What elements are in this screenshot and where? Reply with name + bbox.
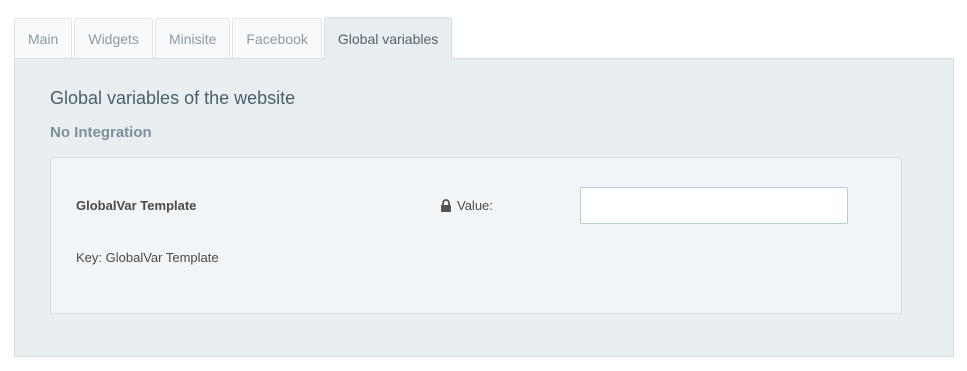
value-label-group: Value: <box>440 198 493 213</box>
tab-bar: Main Widgets Minisite Facebook Global va… <box>14 17 454 60</box>
variable-name: GlobalVar Template <box>76 198 197 213</box>
tab-widgets[interactable]: Widgets <box>74 18 153 59</box>
value-input[interactable] <box>580 187 848 224</box>
tab-minisite[interactable]: Minisite <box>154 18 231 59</box>
value-label: Value: <box>457 198 493 213</box>
tab-facebook[interactable]: Facebook <box>232 18 322 59</box>
integration-subtitle: No Integration <box>50 124 152 141</box>
tab-global-variables[interactable]: Global variables <box>323 17 453 60</box>
page-title: Global variables of the website <box>50 88 296 108</box>
global-variables-panel: Global variables of the website No Integ… <box>14 58 954 357</box>
variable-card: GlobalVar Template Key: GlobalVar Templa… <box>50 157 902 314</box>
variable-key: Key: GlobalVar Template <box>76 250 219 265</box>
lock-icon <box>440 199 452 212</box>
tab-main[interactable]: Main <box>14 18 73 59</box>
